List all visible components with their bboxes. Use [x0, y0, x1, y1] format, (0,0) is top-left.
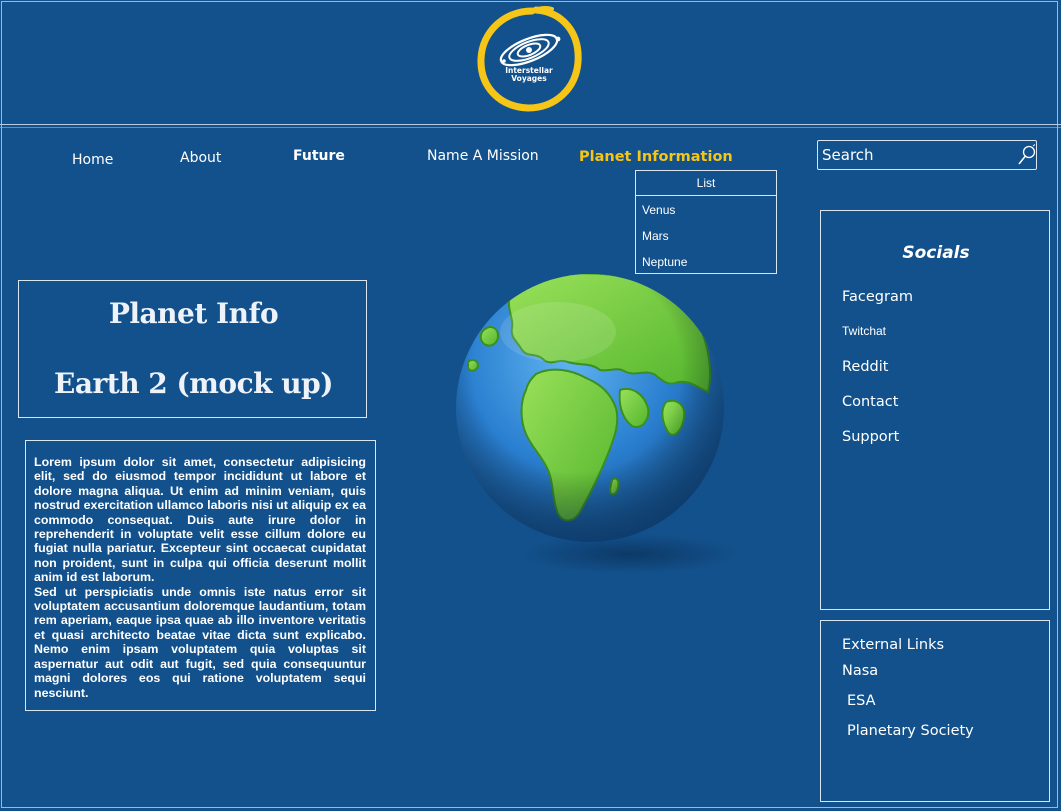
- description-paragraph-2: Sed ut perspiciatis unde omnis iste natu…: [34, 584, 366, 700]
- external-link-nasa[interactable]: Nasa: [842, 663, 878, 679]
- socials-panel: Socials Facegram Twitchat Reddit Contact…: [820, 210, 1050, 610]
- planet-info-box: Planet Info Earth 2 (mock up): [18, 280, 367, 418]
- description-paragraph-1: Lorem ipsum dolor sit amet, consectetur …: [34, 455, 366, 585]
- nav-planet-information[interactable]: Planet Information: [579, 149, 733, 165]
- contact-link[interactable]: Contact: [842, 394, 898, 410]
- social-link-facegram[interactable]: Facegram: [842, 289, 913, 305]
- planet-description-box: Lorem ipsum dolor sit amet, consectetur …: [25, 440, 376, 711]
- social-link-twitchat[interactable]: Twitchat: [842, 324, 886, 338]
- search-input[interactable]: [822, 144, 1007, 166]
- nav-home[interactable]: Home: [72, 152, 113, 168]
- header-divider-shadow: [0, 127, 1061, 128]
- earth-globe-image: [440, 262, 740, 582]
- logo-line-2: Voyages: [511, 74, 547, 83]
- nav-future[interactable]: Future: [293, 148, 345, 164]
- earth-globe-icon: [456, 274, 740, 574]
- external-links-title: External Links: [842, 637, 945, 653]
- external-link-planetary-society[interactable]: Planetary Society: [847, 723, 974, 739]
- nav-name-a-mission[interactable]: Name A Mission: [427, 148, 539, 164]
- external-links-panel: External Links Nasa ESA Planetary Societ…: [820, 620, 1050, 802]
- nav-about[interactable]: About: [180, 150, 221, 166]
- search-box[interactable]: [817, 140, 1037, 170]
- support-link[interactable]: Support: [842, 429, 899, 445]
- social-link-reddit[interactable]: Reddit: [842, 359, 888, 375]
- socials-title: Socials: [902, 243, 970, 263]
- search-icon[interactable]: [1017, 144, 1037, 166]
- planet-name-heading: Earth 2 (mock up): [54, 367, 333, 400]
- dropdown-item-venus[interactable]: Venus: [642, 203, 675, 217]
- planet-dropdown-menu: List Venus Mars Neptune: [635, 170, 777, 274]
- external-link-esa[interactable]: ESA: [847, 693, 876, 709]
- logo-text: Interstellar Voyages: [474, 67, 584, 83]
- dropdown-item-mars[interactable]: Mars: [642, 229, 669, 243]
- dropdown-header: List: [636, 171, 776, 196]
- galaxy-logo-icon: [477, 5, 582, 112]
- header-divider: [0, 124, 1061, 125]
- planet-info-title: Planet Info: [108, 297, 279, 330]
- site-logo[interactable]: Interstellar Voyages: [474, 4, 584, 114]
